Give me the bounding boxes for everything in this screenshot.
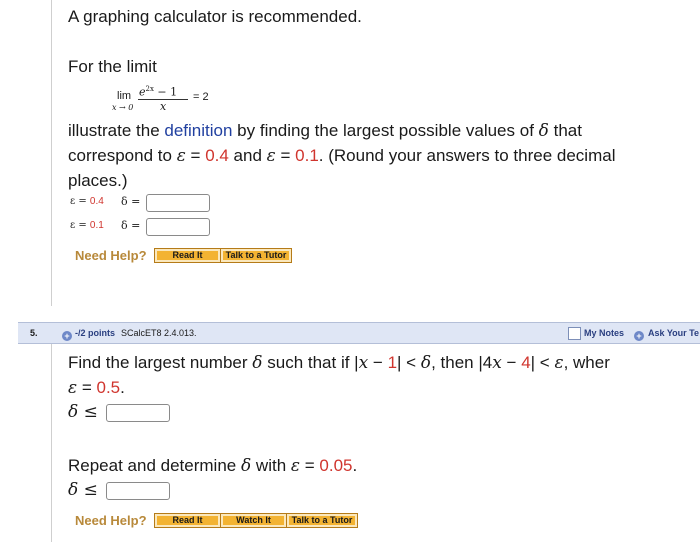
limit-equals: = 2 [193,91,209,103]
instruction-line-1: illustrate the definition by finding the… [68,121,582,141]
delta-row-2-label: δ = [121,219,141,232]
question-code: SCalcET8 2.4.013. [121,328,197,338]
delta-leq-label-2: δ ≤ [68,480,98,500]
read-it-button[interactable]: Read It [154,248,221,263]
delta-answer-input-2[interactable] [146,218,210,236]
limit-expression: lim x → 0 e2x − 1 x = 2 [112,85,232,115]
delta-answer-input-1[interactable] [146,194,210,212]
delta-leq-label-1: δ ≤ [68,402,98,422]
lim-subscript: x → 0 [112,103,134,112]
question-5-line-1: Find the largest number δ such that if |… [68,353,610,373]
definition-link[interactable]: definition [164,121,232,140]
delta-row-1-label: δ = [121,195,141,208]
instruction-line-2: correspond to ε = 0.4 and ε = 0.1. (Roun… [68,146,616,166]
question-number: 5. [30,328,38,338]
instruction-line-3: places.) [68,171,128,190]
question-5-header: 5. + -/2 points SCalcET8 2.4.013. My Not… [18,322,700,344]
calculator-recommendation: A graphing calculator is recommended. [68,7,362,26]
question-5-line-2: ε = 0.5. [68,378,125,398]
epsilon-row-1-label: ε = 0.4 [70,196,104,207]
limit-denominator: x [160,100,167,113]
epsilon-row-2-label: ε = 0.1 [70,220,104,231]
watch-it-button[interactable]: Watch It [220,513,287,528]
my-notes-link[interactable]: My Notes [584,328,624,338]
question-5-left-border [51,342,52,542]
talk-to-tutor-button-2[interactable]: Talk to a Tutor [286,513,358,528]
delta-answer-input-3[interactable] [106,404,170,422]
read-it-button-2[interactable]: Read It [154,513,221,528]
expand-icon[interactable]: + [62,327,72,345]
limit-numerator: e2x − 1 [139,85,178,99]
need-help-label: Need Help? [75,248,147,263]
lim-text: lim [117,90,132,102]
ask-teacher-icon[interactable]: + [634,327,644,345]
ask-your-teacher-link[interactable]: Ask Your Te [648,328,699,338]
points-label: -/2 points [75,328,115,338]
delta-answer-input-4[interactable] [106,482,170,500]
for-limit-label: For the limit [68,57,157,76]
notes-icon[interactable] [568,327,581,340]
repeat-instruction: Repeat and determine δ with ε = 0.05. [68,456,358,476]
question-4-left-border [51,0,52,306]
need-help-label-2: Need Help? [75,513,147,528]
talk-to-tutor-button[interactable]: Talk to a Tutor [220,248,292,263]
